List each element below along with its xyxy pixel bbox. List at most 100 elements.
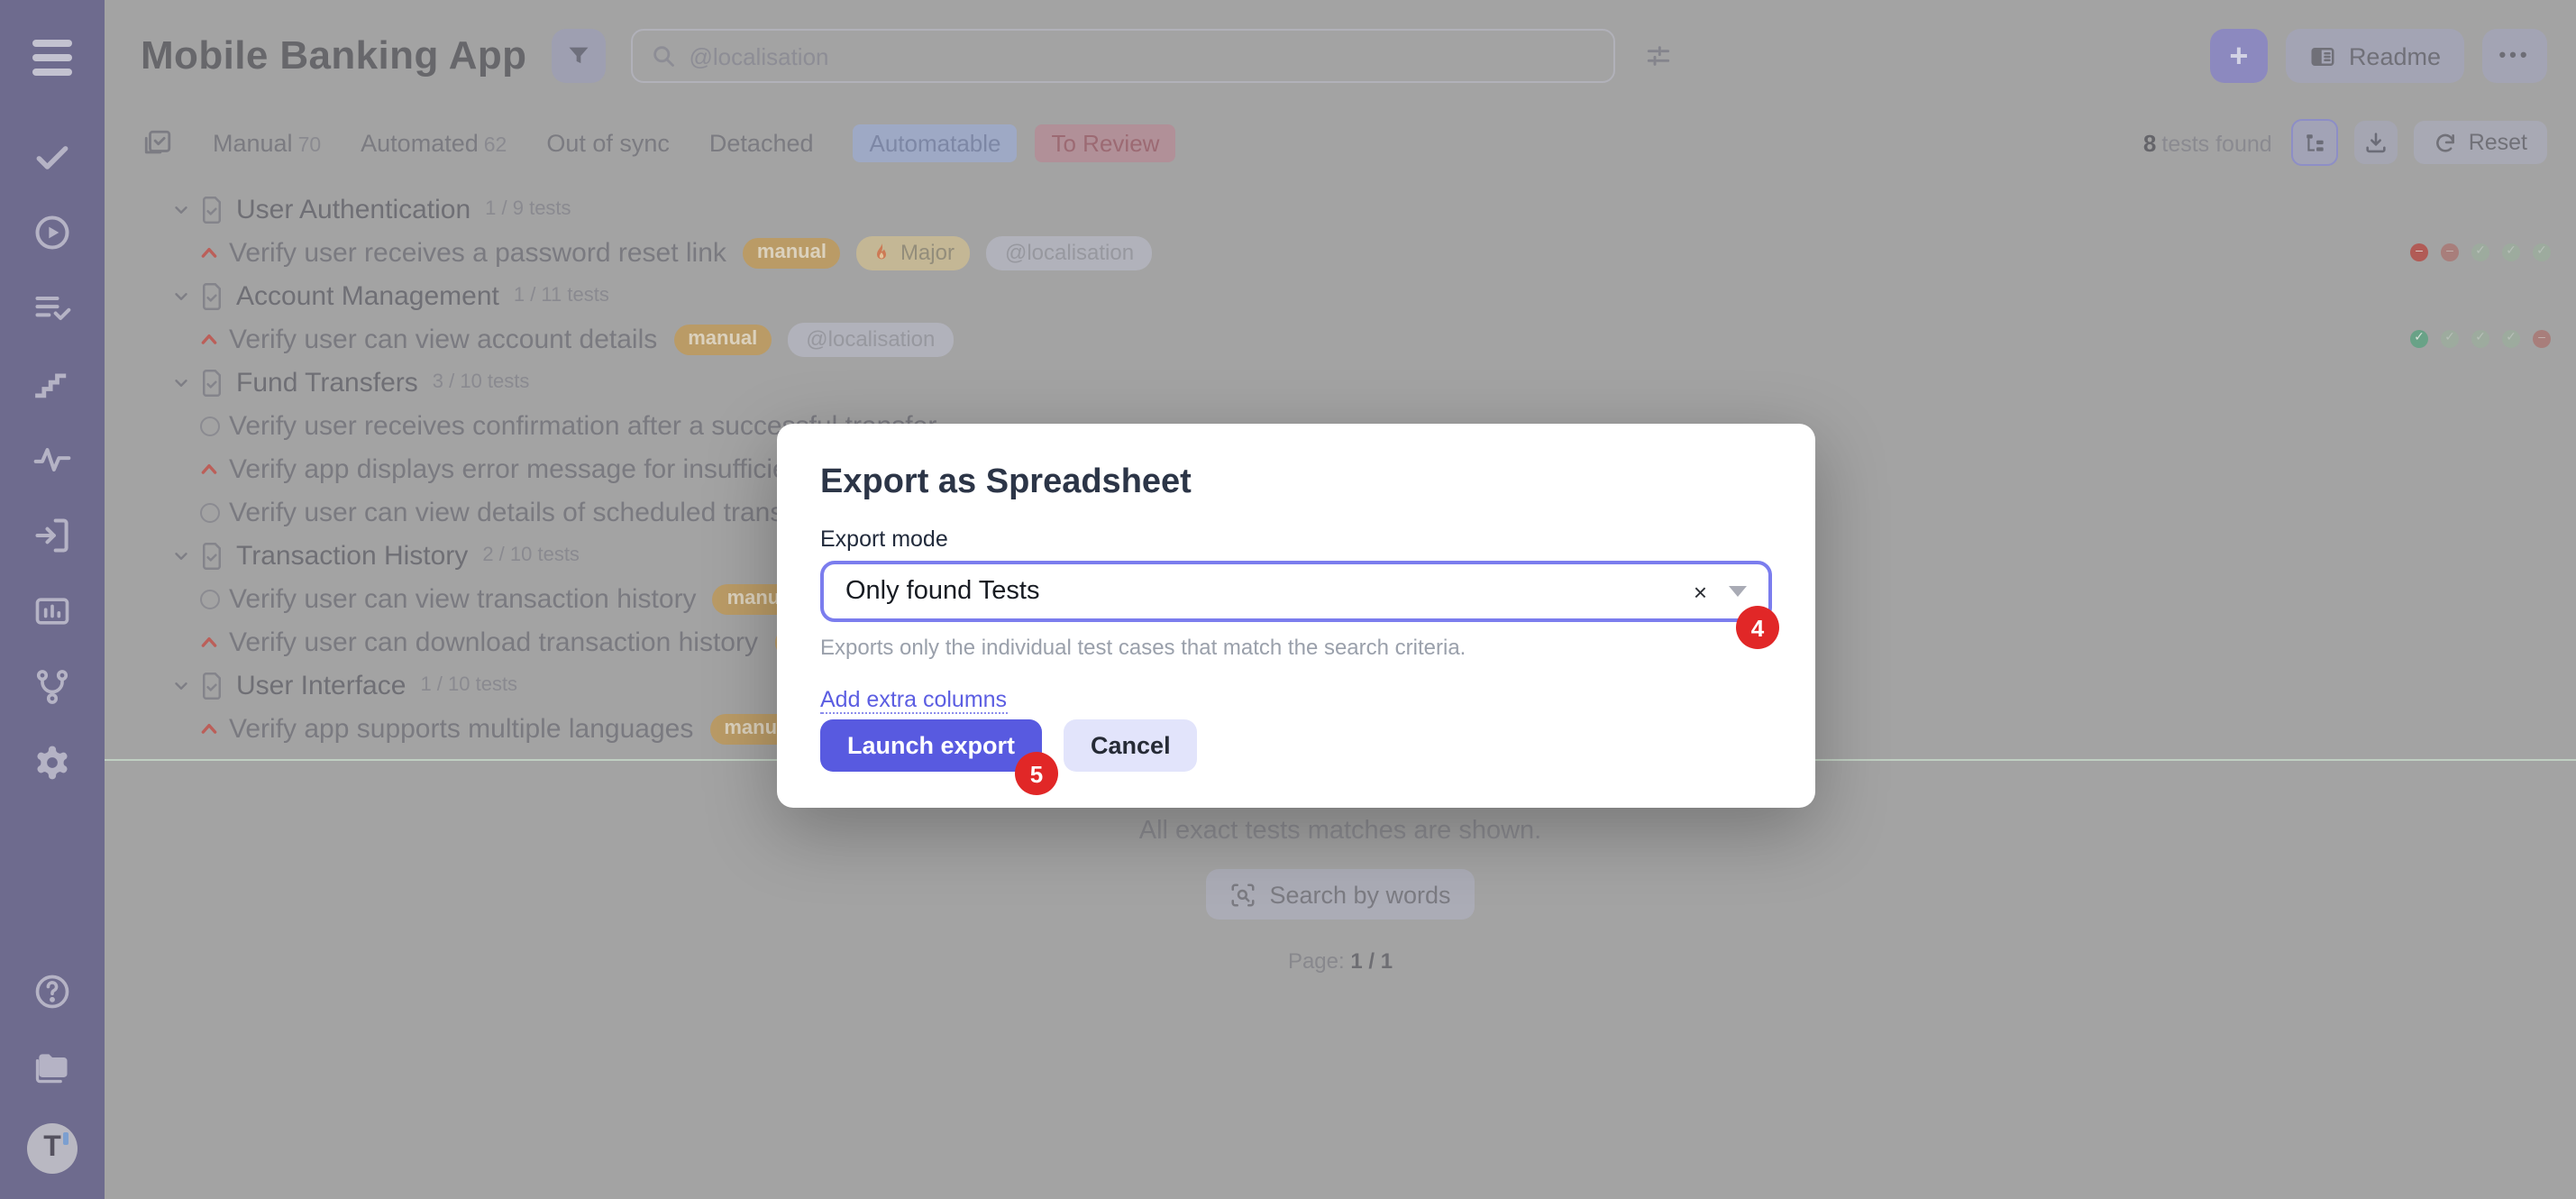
status-circle-icon <box>198 502 220 522</box>
priority-caret-icon <box>198 721 220 736</box>
run-status-dot[interactable]: ✓ <box>2502 243 2520 261</box>
more-options-button[interactable]: ••• <box>2482 29 2547 83</box>
document-check-icon <box>200 369 224 396</box>
test-title[interactable]: Verify user can view transaction history <box>229 583 697 614</box>
runs-play-icon[interactable] <box>32 213 72 252</box>
run-status-dot[interactable]: ✓ <box>2502 330 2520 348</box>
projects-folder-icon[interactable] <box>32 1048 72 1087</box>
filter-tab-manual[interactable]: Manual70 <box>213 129 321 156</box>
test-title[interactable]: Verify user can view account details <box>229 324 657 354</box>
filter-tab-label: Automated <box>361 129 479 156</box>
hamburger-menu-icon[interactable] <box>32 32 72 83</box>
test-title[interactable]: Verify user can download transaction his… <box>229 627 758 657</box>
search-value: @localisation <box>689 42 828 69</box>
export-mode-select-wrap: Only found Tests × 4 <box>820 561 1772 622</box>
help-icon[interactable] <box>32 972 72 1011</box>
chevron-down-icon[interactable] <box>171 545 191 565</box>
chevron-down-icon[interactable] <box>171 675 191 695</box>
add-extra-columns-link[interactable]: Add extra columns <box>820 687 1007 714</box>
run-status-dot[interactable]: – <box>2533 330 2551 348</box>
export-mode-value: Only found Tests <box>845 577 1040 606</box>
major-badge: Major <box>857 235 971 270</box>
run-status-dot[interactable]: ✓ <box>2533 243 2551 261</box>
run-status-dot[interactable]: ✓ <box>2471 330 2489 348</box>
chevron-down-icon[interactable] <box>171 372 191 392</box>
document-check-icon <box>200 542 224 569</box>
search-input[interactable]: @localisation <box>631 29 1615 83</box>
download-button[interactable] <box>2355 121 2398 164</box>
settings-gear-icon[interactable] <box>32 743 72 783</box>
filter-tab-count: 70 <box>298 134 322 156</box>
filter-tab-out-of-sync[interactable]: Out of sync <box>546 129 670 156</box>
select-all-icon[interactable] <box>142 127 173 158</box>
chevron-down-icon[interactable] <box>1729 586 1747 597</box>
clear-selection-icon[interactable]: × <box>1694 578 1729 605</box>
page-indicator: Page: 1 / 1 <box>1288 948 1393 974</box>
section-count: 1 / 9 tests <box>485 198 571 220</box>
topbar-actions: + Readme ••• <box>2210 29 2547 83</box>
section-name[interactable]: Account Management <box>236 280 499 311</box>
filter-chip-automatable[interactable]: Automatable <box>854 124 1018 161</box>
run-status-dot[interactable]: ✓ <box>2471 243 2489 261</box>
run-status-dot[interactable]: ✓ <box>2441 330 2459 348</box>
avatar[interactable]: T <box>27 1123 78 1174</box>
reset-button[interactable]: Reset <box>2415 121 2547 164</box>
manual-badge: manual <box>673 324 772 354</box>
import-login-icon[interactable] <box>32 516 72 555</box>
test-title[interactable]: Verify user receives a password reset li… <box>229 237 726 268</box>
steps-stairs-icon[interactable] <box>32 364 72 404</box>
sidebar-nav <box>32 137 72 783</box>
step-badge-5: 5 <box>1015 752 1058 795</box>
reports-chart-icon[interactable] <box>32 591 72 631</box>
filter-tab-detached[interactable]: Detached <box>709 129 814 156</box>
launch-export-button[interactable]: Launch export 5 <box>820 719 1042 772</box>
priority-caret-icon <box>198 462 220 476</box>
filter-tab-automated[interactable]: Automated62 <box>361 129 507 156</box>
status-circle-icon <box>198 416 220 435</box>
search-by-words-button[interactable]: Search by words <box>1206 869 1474 920</box>
test-title[interactable]: Verify app supports multiple languages <box>229 713 693 744</box>
run-status-dot[interactable]: – <box>2441 243 2459 261</box>
test-row: Verify user receives a password reset li… <box>171 231 2576 274</box>
badge-label: manual <box>757 241 827 262</box>
filter-tab-label: Detached <box>709 129 814 156</box>
section-count: 1 / 11 tests <box>514 285 609 307</box>
section-row: User Authentication 1 / 9 tests <box>171 188 2576 231</box>
chevron-down-icon[interactable] <box>171 286 191 306</box>
export-mode-select[interactable]: Only found Tests × <box>820 561 1772 622</box>
page-title: Mobile Banking App <box>141 32 526 79</box>
flame-icon <box>873 241 891 262</box>
readme-button[interactable]: Readme <box>2286 29 2464 83</box>
section-name[interactable]: User Interface <box>236 670 406 700</box>
filter-funnel-button[interactable] <box>552 29 606 83</box>
filter-tab-count: 62 <box>484 134 507 156</box>
test-title[interactable]: Verify user can view details of schedule… <box>229 497 828 527</box>
modal-footer: Launch export 5 Cancel <box>820 719 1198 772</box>
tag-badge: @localisation <box>788 322 953 356</box>
section-name[interactable]: Fund Transfers <box>236 367 418 398</box>
run-status-dots: ––✓✓✓ <box>2410 243 2551 261</box>
plans-list-check-icon[interactable] <box>32 288 72 328</box>
badge-label: Major <box>900 239 955 264</box>
cancel-button[interactable]: Cancel <box>1064 719 1198 772</box>
manual-badge: manual <box>743 237 841 268</box>
tests-check-icon[interactable] <box>32 137 72 177</box>
branches-git-icon[interactable] <box>32 667 72 707</box>
run-status-dot[interactable]: – <box>2410 243 2428 261</box>
results-footer: All exact tests matches are shown. Searc… <box>105 817 2576 974</box>
run-status-dot[interactable]: ✓ <box>2410 330 2428 348</box>
activity-pulse-icon[interactable] <box>32 440 72 480</box>
tree-view-button[interactable] <box>2292 119 2339 166</box>
section-name[interactable]: User Authentication <box>236 194 470 224</box>
section-row: Account Management 1 / 11 tests <box>171 274 2576 317</box>
filter-chip-to-review[interactable]: To Review <box>1036 124 1176 161</box>
add-button[interactable]: + <box>2210 29 2268 83</box>
chevron-down-icon[interactable] <box>171 199 191 219</box>
section-row: Fund Transfers3 / 10 tests <box>171 361 2576 404</box>
sidebar: T <box>0 0 105 1199</box>
filterbar-right: 8tests found Reset <box>2143 119 2547 166</box>
priority-caret-icon <box>198 332 220 346</box>
app-root: T Mobile Banking App @localisation + <box>0 0 2576 1199</box>
search-settings-icon[interactable] <box>1644 41 1673 70</box>
section-name[interactable]: Transaction History <box>236 540 468 571</box>
